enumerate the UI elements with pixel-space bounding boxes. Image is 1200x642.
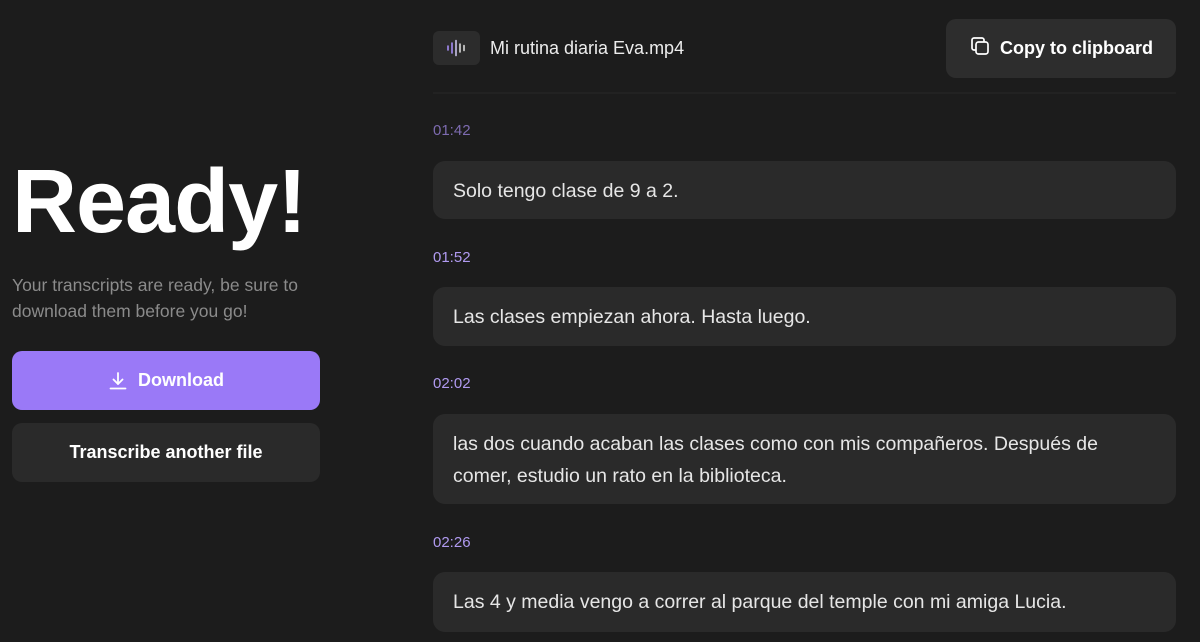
segment-text[interactable]: Solo tengo clase de 9 a 2. <box>433 161 1176 219</box>
file-header: Mi rutina diaria Eva.mp4 <box>433 30 684 66</box>
page-title: Ready! <box>12 152 307 252</box>
copy-icon <box>969 35 991 62</box>
segment-timestamp: 01:52 <box>433 249 471 266</box>
transcribe-another-button[interactable]: Transcribe another file <box>12 423 320 482</box>
download-icon <box>108 371 128 391</box>
transcript-page: Ready! Your transcripts are ready, be su… <box>0 0 1200 642</box>
download-label: Download <box>138 370 224 390</box>
transcribe-another-label: Transcribe another file <box>69 442 263 462</box>
copy-label: Copy to clipboard <box>1000 38 1153 58</box>
header-divider <box>433 92 1176 94</box>
segment-timestamp: 02:26 <box>433 534 471 551</box>
file-name: Mi rutina diaria Eva.mp4 <box>490 37 685 58</box>
copy-to-clipboard-button[interactable]: Copy to clipboard <box>946 19 1176 78</box>
audio-wave-icon <box>433 31 480 65</box>
segment-text[interactable]: Las 4 y media vengo a correr al parque d… <box>433 572 1176 632</box>
download-button[interactable]: Download <box>12 351 320 410</box>
segment-timestamp: 02:02 <box>433 375 471 392</box>
segment-text[interactable]: las dos cuando acaban las clases como co… <box>433 414 1176 504</box>
segment-timestamp: 01:42 <box>433 122 471 139</box>
segment-text[interactable]: Las clases empiezan ahora. Hasta luego. <box>433 287 1176 346</box>
status-message: Your transcripts are ready, be sure to d… <box>12 275 298 321</box>
